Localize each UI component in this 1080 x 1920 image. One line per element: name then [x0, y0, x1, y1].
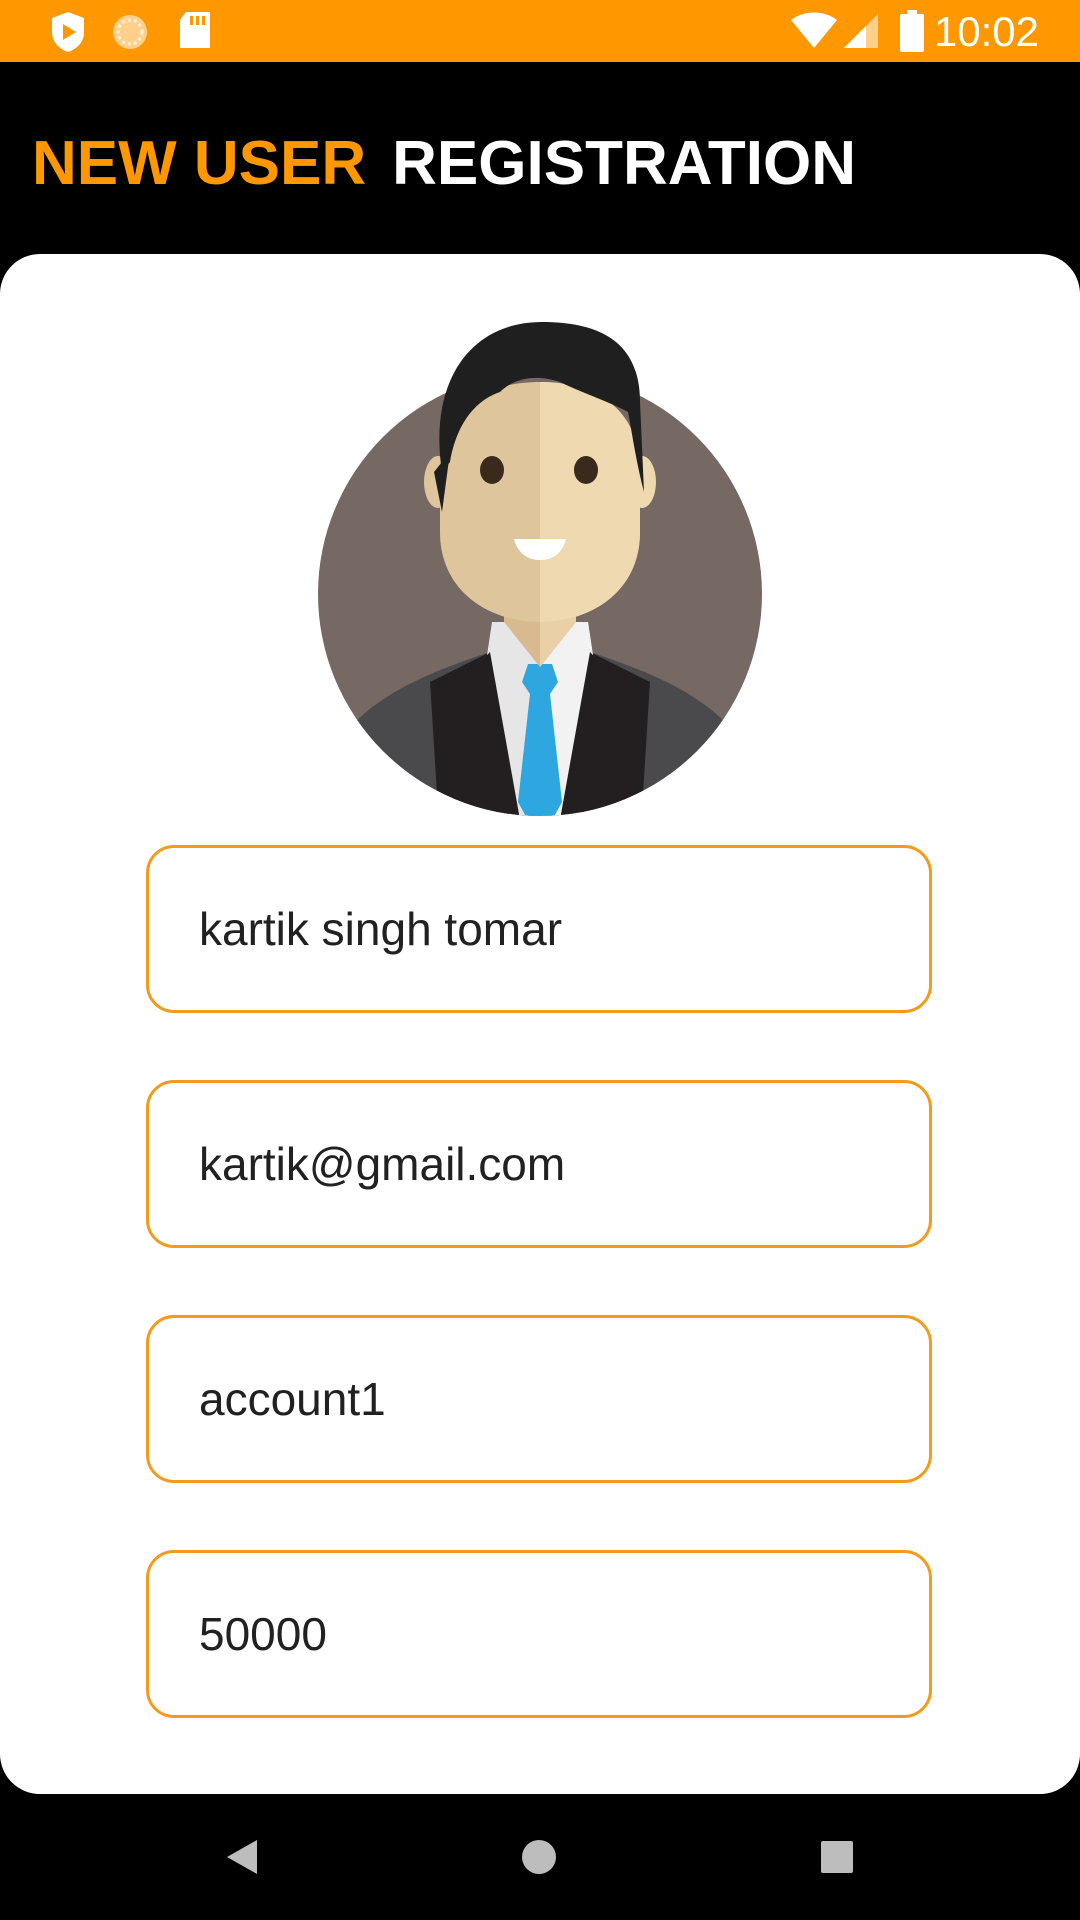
navigation-bar [0, 1794, 1080, 1920]
account-field[interactable] [146, 1315, 932, 1483]
recents-icon[interactable] [802, 1822, 872, 1892]
title-part-registration: REGISTRATION [392, 129, 856, 198]
user-avatar-icon[interactable] [310, 322, 770, 822]
battery-icon [900, 10, 924, 57]
wifi-icon [790, 12, 838, 55]
app-header: NEW USER REGISTRATION [0, 62, 1080, 252]
registration-screen: 10:02 NEW USER REGISTRATION [0, 0, 1080, 1920]
home-icon[interactable] [504, 1822, 574, 1892]
amount-input[interactable] [199, 1553, 899, 1715]
name-field[interactable] [146, 845, 932, 1013]
cell-signal-icon [842, 12, 880, 55]
page-title: NEW USER REGISTRATION [32, 128, 856, 199]
registration-card [0, 254, 1080, 1794]
email-field[interactable] [146, 1080, 932, 1248]
status-bar: 10:02 [0, 0, 1080, 62]
account-input[interactable] [199, 1318, 899, 1480]
play-protect-icon [50, 10, 86, 59]
sd-card-icon [178, 10, 212, 55]
amount-field[interactable] [146, 1550, 932, 1718]
name-input[interactable] [199, 848, 899, 1010]
back-icon[interactable] [207, 1822, 277, 1892]
status-time: 10:02 [933, 8, 1039, 55]
title-part-new-user: NEW USER [32, 129, 367, 198]
sync-icon [110, 10, 150, 55]
email-input[interactable] [199, 1083, 899, 1245]
